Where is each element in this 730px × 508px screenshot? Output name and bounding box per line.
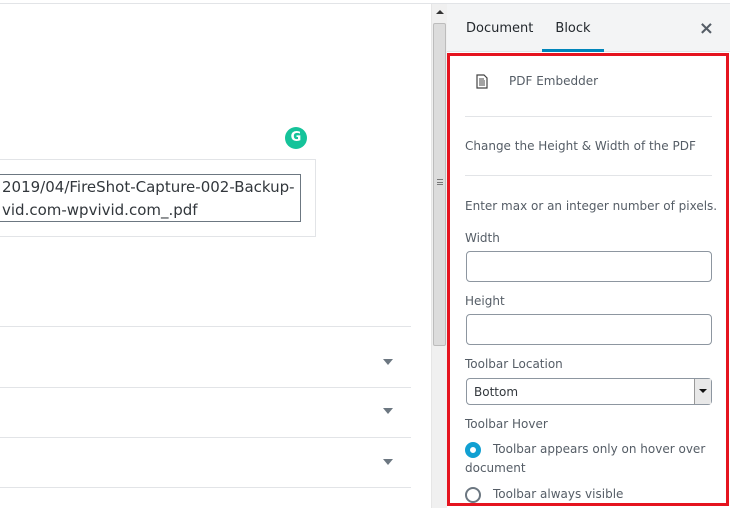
radio-always-visible-label[interactable]: Toolbar always visible	[493, 487, 623, 501]
width-input[interactable]	[466, 251, 712, 282]
highlight-box: PDF Embedder Change the Height & Width o…	[447, 53, 729, 506]
divider	[465, 116, 712, 117]
chevron-down-icon[interactable]	[383, 359, 393, 365]
radio-hover-only-label-cont[interactable]: document	[465, 461, 526, 475]
close-icon[interactable]: ×	[699, 18, 714, 39]
url-line-2: vid.com-wpvivid.com_.pdf	[2, 201, 198, 219]
grip-icon	[437, 179, 443, 185]
toolbar-location-label: Toolbar Location	[465, 357, 563, 371]
radio-hover-only[interactable]	[465, 442, 481, 458]
radio-hover-only-label[interactable]: Toolbar appears only on hover over	[493, 442, 705, 456]
editor-canvas: G 2019/04/FireShot-Capture-002-Backup- v…	[0, 4, 431, 508]
settings-sidebar: Document Block × PDF Embedder Change the…	[447, 4, 730, 508]
radio-always-visible[interactable]	[465, 487, 481, 503]
pdf-url-field[interactable]: 2019/04/FireShot-Capture-002-Backup- vid…	[0, 174, 301, 222]
width-label: Width	[465, 231, 500, 245]
selected-value: Bottom	[474, 385, 519, 399]
height-label: Height	[465, 294, 505, 308]
settings-panel-3[interactable]	[0, 437, 411, 488]
section-title[interactable]: Change the Height & Width of the PDF	[465, 139, 696, 153]
toolbar-location-select[interactable]: Bottom	[466, 378, 712, 405]
grammarly-icon[interactable]: G	[285, 127, 307, 149]
scrollbar-thumb[interactable]	[433, 23, 446, 346]
settings-panel-1[interactable]	[0, 326, 411, 387]
height-input[interactable]	[466, 314, 712, 345]
block-name: PDF Embedder	[509, 74, 599, 88]
chevron-down-icon[interactable]	[383, 459, 393, 465]
tab-document[interactable]: Document	[466, 4, 533, 52]
sidebar-header: Document Block ×	[447, 4, 730, 52]
toolbar-hover-label: Toolbar Hover	[465, 417, 548, 431]
scroll-up-arrow-icon[interactable]	[436, 10, 444, 14]
tab-block[interactable]: Block	[542, 4, 604, 52]
document-icon	[476, 74, 488, 89]
chevron-down-icon[interactable]	[383, 408, 393, 414]
settings-panel-2[interactable]	[0, 387, 411, 437]
divider	[465, 175, 712, 176]
editor-scrollbar[interactable]	[431, 4, 447, 508]
help-text: Enter max or an integer number of pixels…	[465, 199, 718, 213]
url-line-1: 2019/04/FireShot-Capture-002-Backup-	[2, 178, 295, 196]
chevron-down-icon[interactable]	[694, 379, 711, 404]
